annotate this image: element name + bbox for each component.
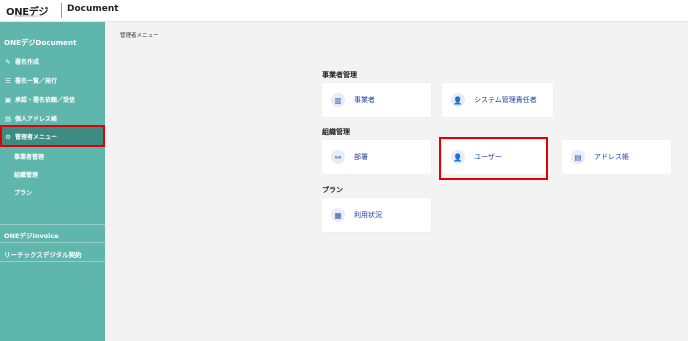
sidebar-divider bbox=[0, 224, 105, 225]
building-icon: ▥ bbox=[331, 93, 345, 107]
sidebar-divider bbox=[0, 242, 105, 243]
sidebar-link-digital-contract[interactable]: リーテックスデジタル契約 bbox=[4, 249, 82, 259]
sidebar-link-invoice[interactable]: ONEデジInvoice bbox=[4, 230, 59, 240]
card-label: アドレス帳 bbox=[594, 153, 629, 161]
card-label: 事業者 bbox=[354, 96, 375, 104]
section-title-organization: 組織管理 bbox=[322, 128, 350, 136]
card-business[interactable]: ▥ 事業者 bbox=[322, 83, 431, 117]
header-divider bbox=[61, 3, 62, 18]
section-title-business: 事業者管理 bbox=[322, 71, 357, 79]
org-chart-icon: ⚯ bbox=[331, 150, 345, 164]
highlight-box-admin-menu bbox=[0, 125, 105, 147]
sidebar-subitem-plan[interactable]: プラン bbox=[14, 188, 32, 197]
sidebar-subitem-organization-management[interactable]: 組織管理 bbox=[14, 170, 38, 179]
address-book-icon: ▤ bbox=[4, 114, 12, 123]
breadcrumb: 管理者メニュー bbox=[120, 33, 159, 39]
list-icon: ☰ bbox=[5, 76, 11, 85]
card-label: システム管理責任者 bbox=[474, 96, 537, 104]
sidebar-subitem-business-management[interactable]: 事業者管理 bbox=[14, 152, 44, 161]
app-title: Document bbox=[67, 4, 119, 14]
sidebar-item-label: 個人アドレス帳 bbox=[15, 116, 58, 123]
address-book-icon: ▤ bbox=[571, 150, 585, 164]
section-title-plan: プラン bbox=[322, 186, 343, 194]
app-header: ONEデジ Powered by LTT Document bbox=[0, 0, 688, 22]
document-edit-icon: ✎ bbox=[5, 57, 11, 66]
highlight-box-user-card bbox=[439, 137, 548, 180]
sidebar: ONEデジDocument ✎ 署名作成 ☰ 署名一覧／発行 ▣ 承認・署名依頼… bbox=[0, 22, 105, 341]
card-label: 利用状況 bbox=[354, 211, 382, 219]
sidebar-item-approval-requests[interactable]: ▣ 承認・署名依頼／受信 bbox=[0, 90, 105, 109]
sidebar-item-create-signature[interactable]: ✎ 署名作成 bbox=[0, 52, 105, 71]
sidebar-item-signature-list[interactable]: ☰ 署名一覧／発行 bbox=[0, 71, 105, 90]
card-label: 部署 bbox=[354, 153, 368, 161]
app-logo[interactable]: ONEデジ Powered by LTT bbox=[6, 3, 58, 20]
sidebar-divider bbox=[0, 261, 105, 262]
card-usage-status[interactable]: ▦ 利用状況 bbox=[322, 198, 431, 232]
card-department[interactable]: ⚯ 部署 bbox=[322, 140, 431, 174]
logo-subtext: Powered by LTT bbox=[15, 14, 43, 18]
user-admin-icon: 👤 bbox=[451, 93, 465, 107]
sidebar-brand[interactable]: ONEデジDocument bbox=[4, 38, 77, 48]
sidebar-item-label: 署名作成 bbox=[15, 59, 40, 66]
sidebar-item-label: 署名一覧／発行 bbox=[15, 78, 58, 85]
card-address-book[interactable]: ▤ アドレス帳 bbox=[562, 140, 671, 174]
card-system-admin[interactable]: 👤 システム管理責任者 bbox=[442, 83, 553, 117]
sidebar-item-label: 承認・署名依頼／受信 bbox=[15, 97, 76, 104]
clipboard-icon: ▦ bbox=[331, 208, 345, 222]
inbox-icon: ▣ bbox=[4, 95, 12, 104]
